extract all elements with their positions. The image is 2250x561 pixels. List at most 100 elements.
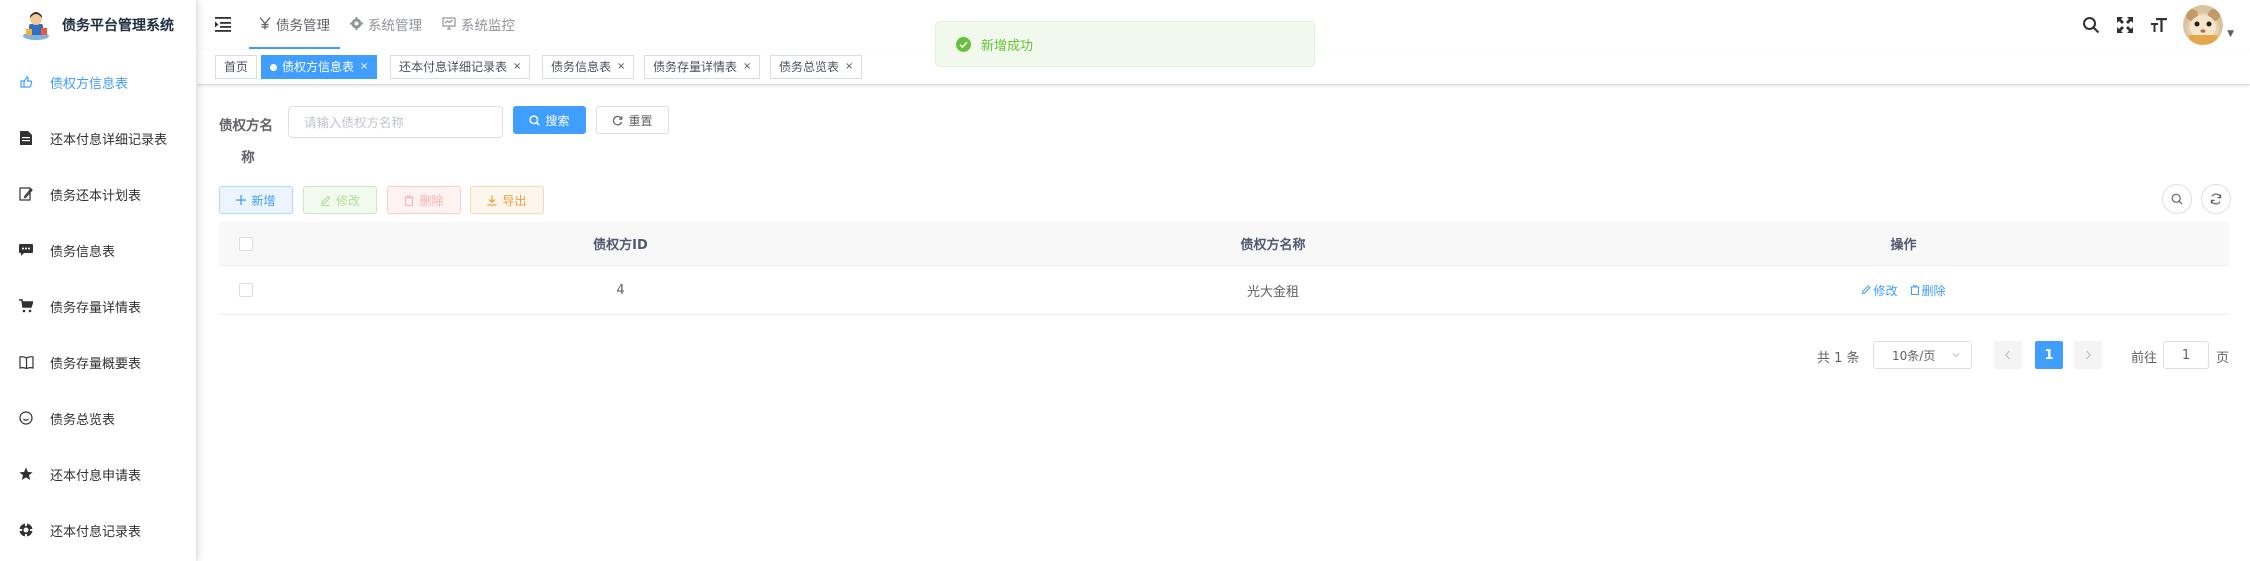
sidebar-item-repayment-detail[interactable]: 还本付息详细记录表 bbox=[0, 110, 196, 166]
trash-icon bbox=[404, 194, 414, 206]
font-size-icon[interactable] bbox=[2149, 15, 2169, 35]
goto-page-input[interactable] bbox=[2163, 341, 2209, 369]
cell-creditor-id: 4 bbox=[616, 282, 625, 298]
sidebar-item-debt-stock-summary[interactable]: 债务存量概要表 bbox=[0, 334, 196, 390]
export-button[interactable]: 导出 bbox=[470, 186, 544, 214]
edit-icon bbox=[320, 195, 331, 206]
sidebar-item-label: 债务存量详情表 bbox=[50, 300, 142, 316]
tag-debt-overview[interactable]: 债务总览表 × bbox=[770, 55, 863, 79]
cell-creditor-name: 光大金租 bbox=[1246, 284, 1299, 300]
tag-label: 还本付息详细记录表 bbox=[399, 60, 508, 74]
reset-button-label: 重置 bbox=[628, 113, 653, 128]
close-icon[interactable]: × bbox=[617, 55, 625, 79]
sidebar-item-repayment-plan[interactable]: 债务还本计划表 bbox=[0, 166, 196, 222]
sidebar-item-debt-info[interactable]: 债务信息表 bbox=[0, 222, 196, 278]
topnav-debt-management[interactable]: 债务管理 bbox=[249, 0, 340, 49]
topnav-system-management[interactable]: 系统管理 bbox=[340, 0, 432, 47]
edit-button-label: 修改 bbox=[335, 193, 360, 208]
sidebar-item-repayment-application[interactable]: 还本付息申请表 bbox=[0, 446, 196, 502]
row-checkbox[interactable] bbox=[239, 283, 253, 297]
tag-repayment-detail[interactable]: 还本付息详细记录表 × bbox=[390, 55, 531, 79]
row-delete-link[interactable]: 删除 bbox=[1910, 282, 1946, 299]
avatar[interactable] bbox=[2183, 5, 2224, 45]
pagination-total: 共 1 条 bbox=[1817, 351, 1860, 366]
toast-message: 新增成功 bbox=[981, 38, 1034, 54]
topnav-label: 系统管理 bbox=[368, 17, 422, 34]
reset-button[interactable]: 重置 bbox=[596, 106, 669, 134]
sidebar-item-debt-overview[interactable]: 债务总览表 bbox=[0, 390, 196, 446]
tag-creditor-info[interactable]: 债权方信息表 × bbox=[261, 55, 378, 79]
tag-label: 债务信息表 bbox=[551, 60, 612, 74]
page-size-value: 10条/页 bbox=[1892, 348, 1936, 363]
chevron-down-icon[interactable]: ▼ bbox=[2227, 29, 2234, 39]
sidebar-item-label: 还本付息记录表 bbox=[50, 524, 142, 540]
sidebar-item-label: 债权方信息表 bbox=[50, 76, 129, 92]
column-header: 操作 bbox=[1890, 238, 1917, 253]
edit-button[interactable]: 修改 bbox=[303, 186, 377, 214]
refresh-button[interactable] bbox=[2201, 184, 2231, 214]
hamburger-icon[interactable] bbox=[215, 15, 233, 33]
smile-icon bbox=[18, 410, 34, 426]
navbar-right: ▼ bbox=[2081, 0, 2250, 50]
delete-button-label: 删除 bbox=[419, 193, 444, 208]
sidebar-item-repayment-record[interactable]: 还本付息记录表 bbox=[0, 502, 196, 558]
tag-label: 首页 bbox=[224, 60, 249, 74]
close-icon[interactable]: × bbox=[360, 55, 368, 79]
search-label: 债权方名 称 bbox=[219, 110, 279, 174]
sidebar-item-debt-stock-detail[interactable]: 债务存量详情表 bbox=[0, 278, 196, 334]
cart-icon bbox=[18, 298, 34, 314]
topnav-system-monitor[interactable]: 系统监控 bbox=[432, 0, 525, 47]
top-menu: 债务管理 系统管理 系统监控 bbox=[249, 0, 525, 50]
sidebar: 债务平台管理系统 债权方信息表 还本付息详细记录表 债务还本计划表 债务信息表 bbox=[0, 0, 197, 561]
fullscreen-icon[interactable] bbox=[2115, 15, 2135, 35]
tag-home[interactable]: 首页 bbox=[215, 55, 258, 79]
table-header: 债权方ID 债权方名称 操作 bbox=[219, 222, 2229, 266]
topnav-label: 系统监控 bbox=[461, 17, 515, 34]
logo[interactable]: 债务平台管理系统 bbox=[0, 0, 196, 50]
message-icon bbox=[18, 242, 34, 258]
edit-icon bbox=[1862, 285, 1872, 295]
search-button-label: 搜索 bbox=[545, 113, 570, 128]
column-header[interactable]: 债权方ID bbox=[273, 234, 968, 253]
chevron-right-icon bbox=[2086, 350, 2091, 360]
row-edit-link[interactable]: 修改 bbox=[1861, 282, 1898, 299]
row-edit-label: 修改 bbox=[1873, 283, 1898, 298]
column-header[interactable]: 债权方名称 bbox=[968, 234, 1578, 253]
creditor-name-input[interactable] bbox=[288, 106, 503, 138]
toggle-search-button[interactable] bbox=[2162, 184, 2192, 214]
close-icon[interactable]: × bbox=[513, 55, 521, 79]
prev-page-button[interactable] bbox=[1994, 341, 2022, 369]
hand-point-icon bbox=[18, 74, 34, 90]
tag-label: 债务总览表 bbox=[779, 60, 840, 74]
close-icon[interactable]: × bbox=[743, 55, 751, 79]
edit-doc-icon bbox=[18, 186, 34, 202]
lifebuoy-icon bbox=[18, 522, 34, 538]
page-size-select[interactable]: 10条/页 bbox=[1873, 341, 1972, 369]
page-number-current[interactable]: 1 bbox=[2035, 341, 2063, 369]
close-icon[interactable]: × bbox=[845, 55, 853, 79]
gear-icon bbox=[350, 17, 363, 30]
delete-button[interactable]: 删除 bbox=[387, 186, 461, 214]
sidebar-item-label: 还本付息申请表 bbox=[50, 468, 142, 484]
row-checkbox-cell bbox=[219, 283, 273, 297]
refresh-icon bbox=[2210, 193, 2222, 205]
export-button-label: 导出 bbox=[502, 193, 527, 208]
success-icon bbox=[956, 36, 971, 52]
tag-debt-info[interactable]: 债务信息表 × bbox=[542, 55, 635, 79]
sidebar-item-creditor-info[interactable]: 债权方信息表 bbox=[0, 54, 196, 110]
book-icon bbox=[18, 354, 34, 370]
sidebar-item-label: 债务总览表 bbox=[50, 412, 116, 428]
table-row[interactable]: 4 光大金租 修改 删除 bbox=[219, 266, 2229, 315]
sidebar-menu: 债权方信息表 还本付息详细记录表 债务还本计划表 债务信息表 债务存量详情表 债… bbox=[0, 54, 196, 558]
row-delete-label: 删除 bbox=[1921, 283, 1946, 298]
search-button[interactable]: 搜索 bbox=[513, 106, 586, 134]
search-icon[interactable] bbox=[2081, 15, 2101, 35]
tag-label: 债务存量详情表 bbox=[653, 60, 738, 74]
next-page-button[interactable] bbox=[2074, 341, 2102, 369]
tag-debt-stock-detail[interactable]: 债务存量详情表 × bbox=[644, 55, 761, 79]
select-all-checkbox[interactable] bbox=[239, 236, 253, 251]
sidebar-item-label: 债务信息表 bbox=[50, 244, 116, 260]
sidebar-item-label: 债务还本计划表 bbox=[50, 188, 142, 204]
goto-label: 前往 bbox=[2131, 351, 2158, 366]
add-button[interactable]: 新增 bbox=[219, 186, 293, 214]
